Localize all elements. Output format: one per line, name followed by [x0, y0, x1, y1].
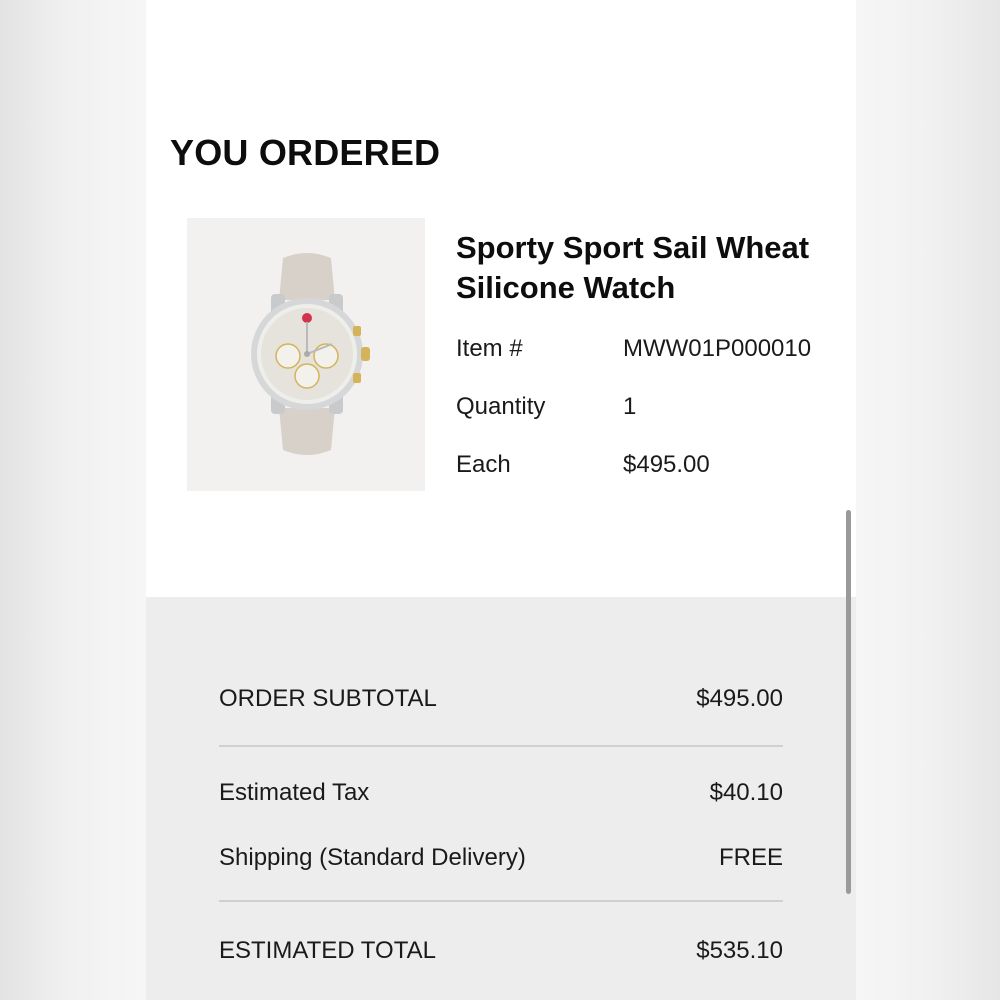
tax-value: $40.10 [709, 779, 783, 806]
order-confirmation-page: YOU ORDERED Sporty Sport Sail Wheat Sili… [146, 0, 856, 1000]
tax-label: Estimated Tax [219, 779, 370, 806]
item-number-value: MWW01P000010 [623, 335, 812, 362]
item-number-label: Item # [456, 335, 523, 362]
each-price-label: Each [456, 451, 511, 478]
each-price-value: $495.00 [623, 451, 710, 478]
total-label: ESTIMATED TOTAL [219, 937, 436, 964]
product-name[interactable]: Sporty Sport Sail Wheat Silicone Watch [456, 228, 846, 308]
total-value: $535.10 [696, 937, 783, 964]
subtotal-value: $495.00 [696, 685, 783, 712]
watch-product-image[interactable] [187, 218, 425, 491]
watch-icon [251, 253, 370, 455]
summary-divider [219, 745, 783, 747]
shipping-value: FREE [718, 844, 783, 871]
vertical-scrollbar[interactable] [846, 510, 851, 894]
summary-divider [219, 900, 783, 902]
you-ordered-heading: YOU ORDERED [170, 132, 441, 173]
quantity-value: 1 [623, 393, 637, 420]
shipping-label: Shipping (Standard Delivery) [219, 844, 526, 871]
order-summary: ORDER SUBTOTAL $495.00 Estimated Tax $40… [146, 597, 856, 1000]
quantity-label: Quantity [456, 393, 546, 420]
subtotal-label: ORDER SUBTOTAL [219, 685, 437, 712]
